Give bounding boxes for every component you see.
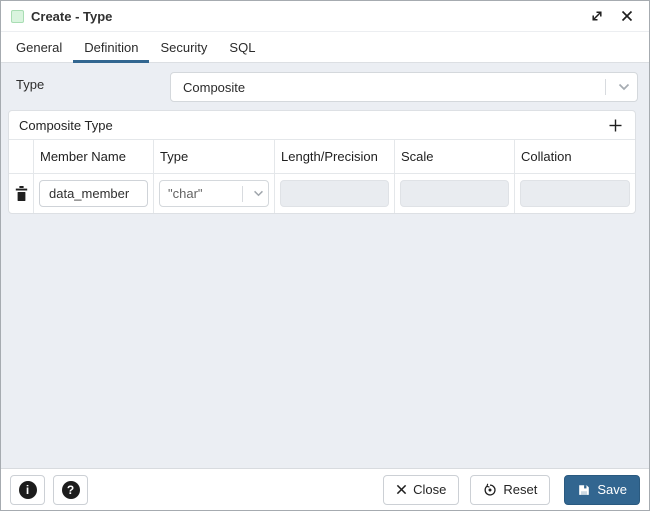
length-precision-cell — [275, 174, 395, 213]
grid-header-actions — [9, 140, 34, 173]
expand-icon[interactable] — [585, 4, 609, 28]
close-icon[interactable] — [615, 4, 639, 28]
grid-header-member-name: Member Name — [34, 140, 154, 173]
add-icon[interactable] — [603, 114, 627, 136]
type-select[interactable]: Composite — [170, 72, 638, 102]
member-name-input[interactable] — [39, 180, 148, 207]
chevron-down-icon[interactable] — [248, 190, 268, 197]
collation-cell — [515, 174, 635, 213]
type-icon — [11, 10, 24, 23]
scale-cell — [395, 174, 515, 213]
grid-header-length-precision: Length/Precision — [275, 140, 395, 173]
grid-header-scale: Scale — [395, 140, 515, 173]
footer-bar: i ? Close Reset — [1, 468, 649, 510]
collation-input — [520, 180, 630, 207]
row-actions-cell — [9, 174, 34, 213]
member-type-value: "char" — [168, 186, 242, 201]
create-type-dialog: Create - Type General Definition Securit… — [0, 0, 650, 511]
reset-button-label: Reset — [503, 482, 537, 497]
table-row: "char" — [9, 173, 635, 213]
help-button[interactable]: ? — [53, 475, 88, 505]
composite-type-header: Composite Type — [9, 111, 635, 139]
tab-definition[interactable]: Definition — [73, 32, 149, 63]
member-name-cell — [34, 174, 154, 213]
save-button[interactable]: Save — [564, 475, 640, 505]
composite-type-panel: Composite Type Member Name Type Length/P… — [8, 110, 636, 214]
chevron-down-icon[interactable] — [611, 83, 637, 91]
member-type-cell: "char" — [154, 174, 275, 213]
grid-header-type: Type — [154, 140, 275, 173]
reset-icon — [483, 483, 497, 497]
dialog-title: Create - Type — [31, 9, 112, 24]
tab-security[interactable]: Security — [149, 32, 218, 63]
type-select-value: Composite — [183, 80, 605, 95]
tab-sql[interactable]: SQL — [218, 32, 266, 63]
select-divider — [242, 186, 243, 202]
save-icon — [577, 483, 591, 497]
close-button[interactable]: Close — [383, 475, 459, 505]
question-icon: ? — [62, 481, 80, 499]
tab-general[interactable]: General — [5, 32, 73, 63]
type-field-label: Type — [16, 77, 44, 92]
grid-header-collation: Collation — [515, 140, 635, 173]
save-button-label: Save — [597, 482, 627, 497]
close-button-label: Close — [413, 482, 446, 497]
tab-bar: General Definition Security SQL — [1, 32, 649, 63]
select-divider — [605, 79, 606, 95]
trash-icon[interactable] — [9, 174, 33, 213]
title-bar: Create - Type — [1, 1, 649, 32]
sql-info-button[interactable]: i — [10, 475, 45, 505]
grid-column-headers: Member Name Type Length/Precision Scale … — [9, 139, 635, 173]
close-x-icon — [396, 484, 407, 495]
composite-type-title: Composite Type — [19, 118, 113, 133]
reset-button[interactable]: Reset — [470, 475, 550, 505]
info-icon: i — [19, 481, 37, 499]
member-type-select[interactable]: "char" — [159, 180, 269, 207]
scale-input — [400, 180, 509, 207]
length-precision-input — [280, 180, 389, 207]
definition-tab-content: Type Composite Composite Type — [1, 63, 649, 468]
